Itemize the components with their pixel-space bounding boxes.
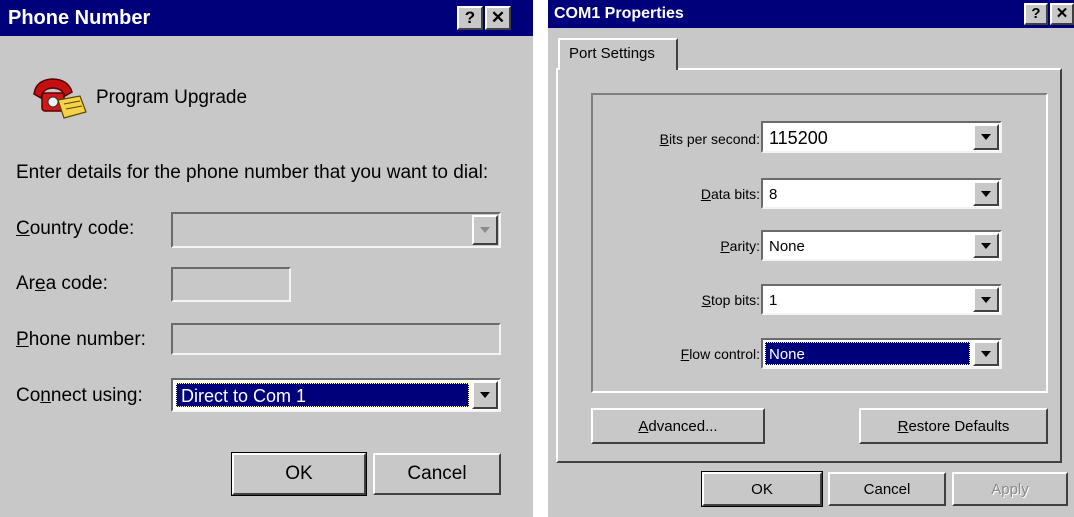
com1-properties-dialog: COM1 Properties ? ✕ Port Settings Bits p…: [548, 0, 1074, 517]
phone-number-input[interactable]: [171, 323, 501, 355]
bits-per-second-dropdown-button[interactable]: [973, 124, 999, 150]
bits-per-second-select[interactable]: 115200: [761, 121, 1002, 153]
parity-label: Parity:: [720, 238, 760, 254]
country-code-select[interactable]: [171, 212, 501, 248]
phone-number-label: Phone number:: [16, 329, 146, 350]
parity-dropdown-button[interactable]: [973, 233, 999, 258]
ok-button[interactable]: OK: [231, 452, 367, 496]
phone-icon: [28, 74, 88, 120]
connect-using-value: Direct to Com 1: [176, 383, 469, 407]
help-button[interactable]: ?: [457, 6, 483, 30]
flow-control-label: Flow control:: [680, 346, 760, 362]
tab-port-settings[interactable]: Port Settings: [558, 38, 678, 70]
connect-using-label: Connect using:: [16, 385, 143, 406]
data-bits-select[interactable]: 8: [761, 178, 1002, 209]
advanced-button[interactable]: Advanced...: [591, 408, 765, 444]
flow-control-dropdown-button[interactable]: [973, 341, 999, 366]
title-bar: COM1 Properties ? ✕: [548, 0, 1074, 28]
flow-control-value: None: [765, 342, 970, 365]
cancel-button[interactable]: Cancel: [828, 472, 946, 506]
title-bar: Phone Number ? ✕: [0, 0, 533, 36]
area-code-input[interactable]: [171, 267, 291, 302]
stop-bits-select[interactable]: 1: [761, 284, 1002, 315]
chevron-down-icon: [981, 134, 991, 140]
ok-button[interactable]: OK: [701, 471, 823, 507]
area-code-label: Area code:: [16, 273, 108, 294]
country-code-label: Country code:: [16, 218, 135, 239]
help-button[interactable]: ?: [1024, 3, 1048, 25]
chevron-down-icon: [480, 392, 490, 398]
instructions-text: Enter details for the phone number that …: [16, 162, 489, 183]
phone-number-dialog: Phone Number ? ✕ Program Upgrade Enter d…: [0, 0, 533, 517]
dialog-title: Phone Number: [8, 7, 151, 29]
chevron-down-icon: [480, 227, 490, 233]
apply-button[interactable]: Apply: [952, 472, 1068, 506]
restore-defaults-button[interactable]: Restore Defaults: [859, 408, 1048, 444]
data-bits-label: Data bits:: [700, 186, 760, 202]
bits-per-second-label: Bits per second:: [659, 131, 760, 147]
connect-using-dropdown-button[interactable]: [472, 381, 498, 409]
data-bits-dropdown-button[interactable]: [973, 181, 999, 206]
stop-bits-dropdown-button[interactable]: [973, 287, 999, 312]
country-code-dropdown-button[interactable]: [472, 215, 498, 245]
chevron-down-icon: [981, 190, 991, 197]
stop-bits-label: Stop bits:: [701, 292, 760, 308]
dialog-title: COM1 Properties: [554, 5, 684, 22]
cancel-button[interactable]: Cancel: [373, 453, 501, 495]
chevron-down-icon: [981, 296, 991, 303]
chevron-down-icon: [981, 350, 991, 357]
parity-select[interactable]: None: [761, 230, 1002, 261]
flow-control-select[interactable]: None: [761, 338, 1002, 369]
chevron-down-icon: [981, 242, 991, 249]
close-button[interactable]: ✕: [485, 6, 511, 30]
connect-using-select[interactable]: Direct to Com 1: [171, 378, 501, 412]
close-button[interactable]: ✕: [1050, 3, 1074, 25]
app-name: Program Upgrade: [96, 87, 248, 108]
